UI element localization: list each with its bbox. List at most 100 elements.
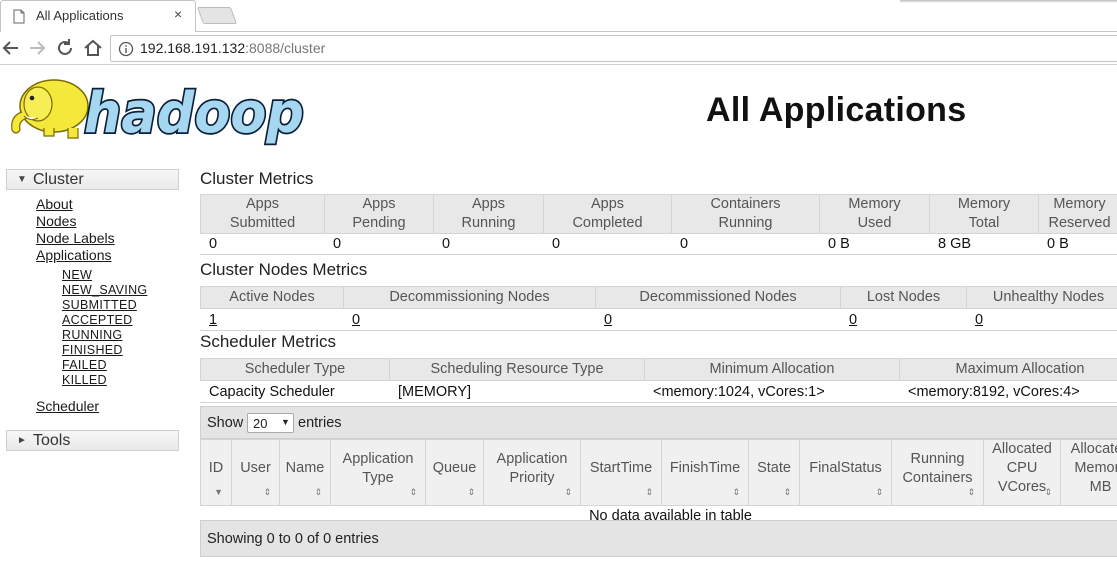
nav-cluster-header[interactable]: ▼ Cluster: [6, 169, 179, 190]
node-metrics-header: Decommissioning Nodes: [343, 286, 596, 309]
column-header[interactable]: State ⇕: [748, 439, 800, 506]
page-title: All Applications: [706, 91, 967, 129]
column-header-line: StartTime: [589, 460, 653, 476]
column-header-label: User: [234, 459, 277, 486]
column-header[interactable]: Allocated CPU VCores ⇕: [983, 439, 1061, 506]
node-metrics-link[interactable]: 0: [849, 312, 857, 328]
column-header[interactable]: Running Containers ⇕: [891, 439, 984, 506]
column-header-line: Containers: [902, 469, 973, 486]
nav-link-about[interactable]: About: [36, 196, 73, 212]
nav-link-state-finished[interactable]: FINISHED: [62, 343, 123, 357]
sort-both-icon: ⇕: [314, 487, 322, 497]
nav-link-state-submitted[interactable]: SUBMITTED: [62, 298, 137, 312]
table-length-bar: Show 20 ▼ entries: [200, 406, 1117, 439]
node-metrics-header: Lost Nodes: [840, 286, 967, 309]
cluster-metrics-header-line: Apps: [245, 196, 280, 212]
cluster-metrics-header-line: Running: [718, 215, 773, 231]
cluster-metrics-value: 0: [543, 233, 672, 255]
column-header[interactable]: FinishTime ⇕: [661, 439, 749, 506]
column-header[interactable]: Application Type ⇕: [330, 439, 426, 506]
nav-link-state-killed[interactable]: KILLED: [62, 373, 107, 387]
column-header-line: ID: [208, 460, 224, 476]
cluster-metrics-header-line: Reserved: [1048, 215, 1111, 231]
scheduler-metrics-header: Maximum Allocation: [899, 358, 1117, 381]
home-icon: [84, 39, 102, 56]
browser-tab-strip: All Applications ×: [0, 0, 1117, 32]
nav-link-applications[interactable]: Applications: [36, 247, 112, 263]
nav-link-state-new-saving[interactable]: NEW_SAVING: [62, 283, 147, 297]
node-metrics-value: 0: [966, 308, 1117, 331]
new-tab-button[interactable]: [196, 7, 238, 24]
reload-button[interactable]: [54, 37, 76, 59]
cluster-metrics-header-line: Memory: [848, 196, 901, 212]
cluster-metrics-header: Memory Total: [929, 194, 1039, 234]
column-header-line: Application: [496, 450, 568, 467]
cluster-metrics-header-line: Apps: [471, 196, 506, 212]
nav-link-nodes[interactable]: Nodes: [36, 213, 76, 229]
column-header-line: State: [757, 460, 791, 476]
cluster-metrics-header-line: Apps: [362, 196, 396, 212]
node-metrics-link[interactable]: 0: [604, 312, 612, 328]
column-header-label: FinishTime: [664, 459, 746, 486]
home-button[interactable]: [82, 37, 104, 59]
address-bar[interactable]: 192.168.191.132:8088/cluster: [110, 35, 1117, 62]
back-arrow-icon: [2, 41, 18, 55]
column-header-label: FinalStatus: [802, 459, 889, 486]
applications-table: ID ▼ User ⇕ Name ⇕ Application Type ⇕ Queue ⇕ Appli…: [200, 439, 1117, 526]
page-size-select[interactable]: 20 ▼: [247, 413, 294, 433]
sort-both-icon: ⇕: [263, 487, 271, 497]
nav-link-state-running[interactable]: RUNNING: [62, 328, 122, 342]
browser-tab[interactable]: All Applications ×: [0, 0, 196, 32]
node-metrics-link[interactable]: 1: [209, 312, 217, 328]
nav-tools-header[interactable]: ► Tools: [6, 430, 179, 451]
column-header[interactable]: FinalStatus ⇕: [799, 439, 892, 506]
scheduler-metrics-title: Scheduler Metrics: [200, 332, 337, 351]
show-label: Show: [207, 415, 244, 431]
column-header-label: Allocated Memory MB: [1063, 441, 1117, 505]
cluster-metrics-header-line: Pending: [352, 215, 406, 231]
node-metrics-link[interactable]: 0: [352, 312, 360, 328]
cluster-metrics-header-line: Memory: [1053, 196, 1106, 212]
nav-link-scheduler[interactable]: Scheduler: [36, 398, 99, 414]
sort-both-icon: ⇕: [1044, 487, 1052, 497]
column-header[interactable]: User ⇕: [231, 439, 280, 506]
cluster-metrics-value: 8 GB: [929, 233, 1039, 255]
cluster-nodes-metrics-table: Active Nodes Decommissioning Nodes Decommi…: [200, 286, 1117, 331]
column-header-label: Queue: [428, 459, 481, 486]
back-button[interactable]: [0, 37, 22, 59]
cluster-metrics-header: Apps Completed: [543, 194, 672, 234]
node-metrics-value: 0: [840, 308, 967, 331]
cluster-metrics-value: 0 B: [819, 233, 930, 255]
column-header-label: Name: [282, 459, 328, 486]
caret-down-icon: ▼: [17, 174, 27, 185]
sort-both-icon: ⇕: [467, 487, 475, 497]
nav-link-node-labels[interactable]: Node Labels: [36, 230, 115, 246]
page-size-value: 20: [253, 416, 268, 431]
logo-wordmark: hadoop: [84, 81, 304, 146]
column-header[interactable]: StartTime ⇕: [580, 439, 662, 506]
scheduler-metrics-header: Scheduling Resource Type: [389, 358, 645, 381]
url-text: 192.168.191.132:8088/cluster: [140, 40, 325, 56]
nav-link-state-new[interactable]: NEW: [62, 268, 92, 282]
window-shadow: [900, 0, 1117, 3]
column-header[interactable]: Name ⇕: [279, 439, 331, 506]
sort-both-icon: ⇕: [732, 487, 740, 497]
node-metrics-link[interactable]: 0: [975, 312, 983, 328]
cluster-metrics-header-line: Used: [857, 215, 892, 231]
column-header[interactable]: Application Priority ⇕: [483, 439, 581, 506]
close-tab-icon[interactable]: ×: [174, 6, 182, 22]
cluster-metrics-value: 0: [671, 233, 820, 255]
sort-both-icon: ⇕: [564, 487, 572, 497]
nav-link-state-accepted[interactable]: ACCEPTED: [62, 313, 132, 327]
cluster-metrics-header-line: Completed: [572, 215, 643, 231]
column-header[interactable]: ID ▼: [200, 439, 232, 506]
table-info-text: Showing 0 to 0 of 0 entries: [207, 531, 379, 547]
scheduler-metrics-header: Minimum Allocation: [644, 358, 900, 381]
forward-button[interactable]: [26, 37, 48, 59]
column-header[interactable]: Queue ⇕: [425, 439, 484, 506]
column-header-line: Memory: [1074, 460, 1117, 476]
node-metrics-header: Active Nodes: [200, 286, 344, 309]
cluster-metrics-header: Apps Running: [433, 194, 544, 234]
column-header[interactable]: AllocatedMemoryMB⇕: [1060, 439, 1117, 506]
nav-link-state-failed[interactable]: FAILED: [62, 358, 107, 372]
